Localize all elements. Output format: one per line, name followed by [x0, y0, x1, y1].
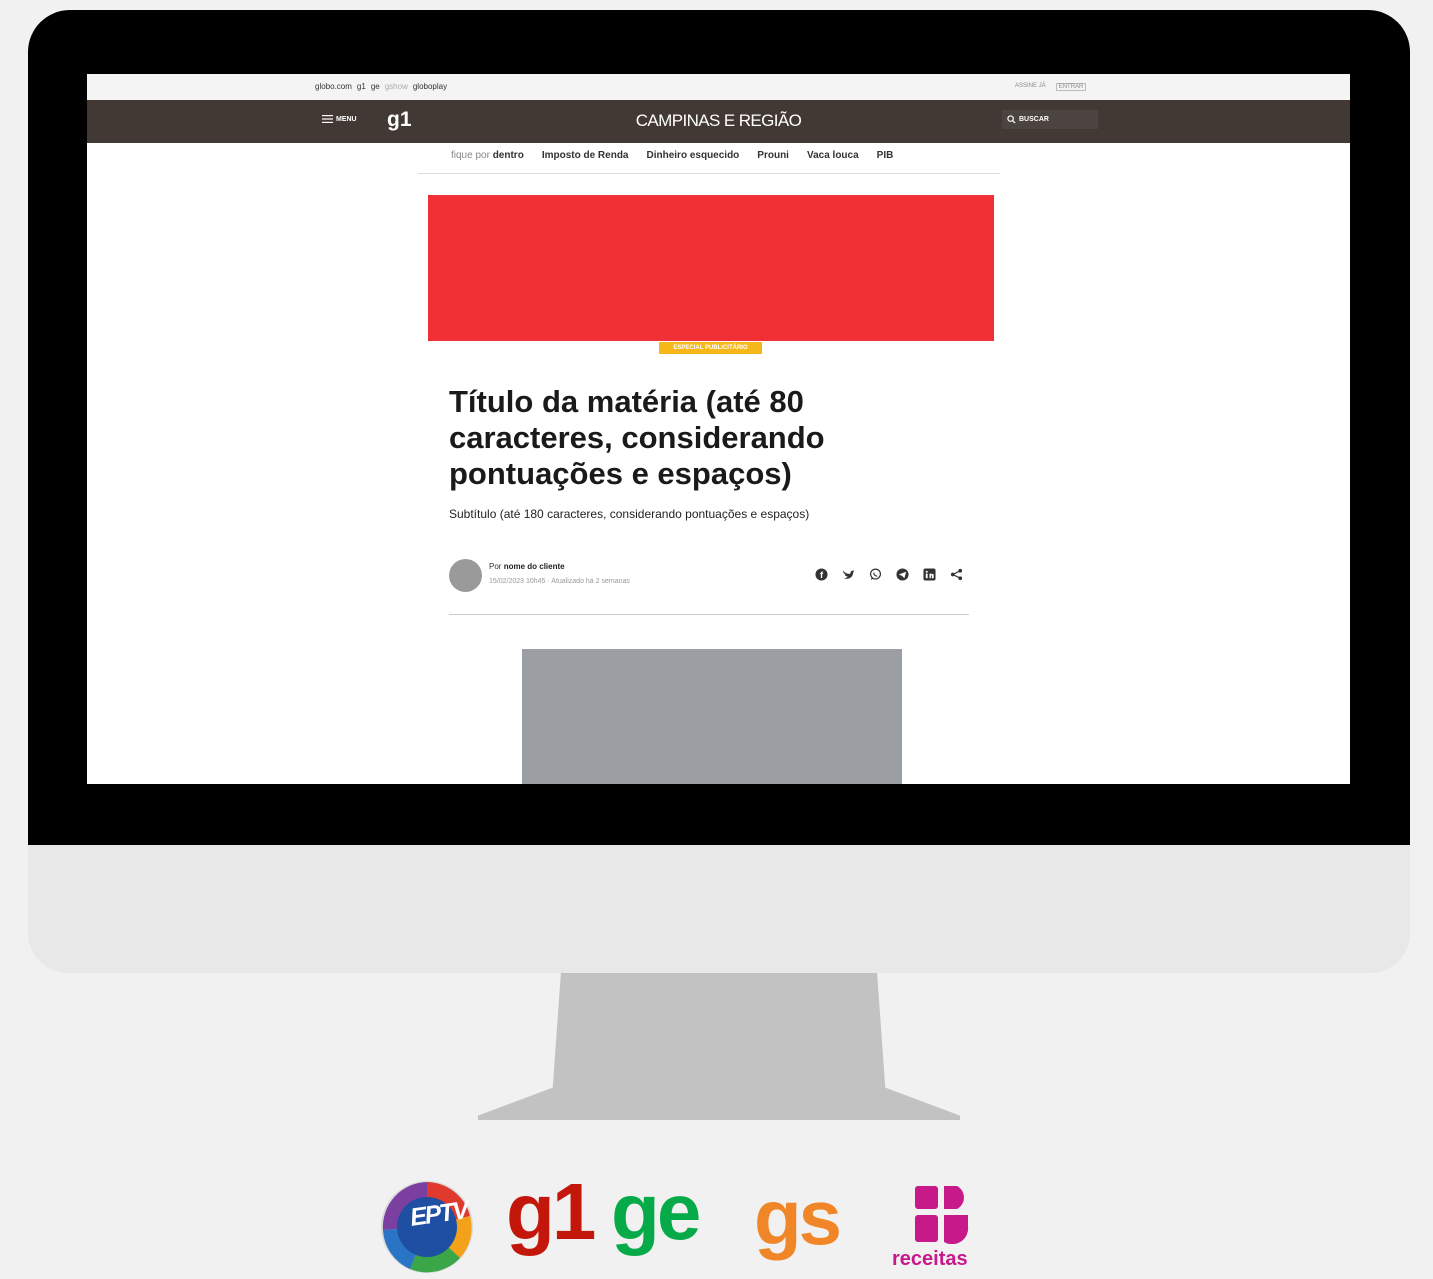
receitas-brand-label: receitas — [892, 1248, 968, 1270]
brand-logos: EPTV g1 ge gs receitas — [380, 1167, 1000, 1279]
site-header: MENU g1 CAMPINAS E REGIÃO BUSCAR — [87, 100, 1350, 143]
article-image-placeholder — [522, 649, 902, 784]
topbar-link-globoplay[interactable]: globoplay — [413, 82, 447, 91]
telegram-icon[interactable] — [896, 568, 909, 581]
topbar-link-gshow[interactable]: gshow — [385, 82, 408, 91]
monitor-chin — [28, 845, 1410, 973]
ad-banner[interactable] — [428, 195, 994, 341]
ge-brand-logo: ge — [611, 1167, 701, 1256]
topbar-account: ASSINE JÁ ENTRAR — [1015, 83, 1087, 91]
gs-brand-logo: gs — [754, 1173, 842, 1261]
g1-brand-logo: g1 — [506, 1167, 596, 1256]
search-icon — [1007, 115, 1016, 124]
nav-item-pib[interactable]: PIB — [877, 150, 894, 161]
monitor-stand — [478, 973, 960, 1120]
topbar-link-globo[interactable]: globo.com — [315, 82, 352, 91]
author-byline: Por nome do cliente — [489, 562, 565, 571]
receitas-icon — [915, 1186, 969, 1244]
share-bar: f — [815, 568, 963, 581]
linkedin-icon[interactable] — [923, 568, 936, 581]
whatsapp-icon[interactable] — [869, 568, 882, 581]
region-title[interactable]: CAMPINAS E REGIÃO — [87, 111, 1350, 131]
article-subtitle: Subtítulo (até 180 caracteres, considera… — [449, 507, 810, 521]
nav-item-imposto[interactable]: Imposto de Renda — [542, 150, 629, 161]
browser-screen: globo.com g1 ge gshow globoplay ASSINE J… — [87, 74, 1350, 784]
author-name: nome do cliente — [503, 562, 565, 571]
publish-date: 15/02/2023 10h45 · Atualizado há 2 seman… — [489, 578, 630, 585]
globo-topbar: globo.com g1 ge gshow globoplay ASSINE J… — [87, 74, 1350, 100]
search-label: BUSCAR — [1019, 116, 1049, 123]
article-title: Título da matéria (até 80 caracteres, co… — [449, 384, 825, 491]
nav-prefix: fique por — [451, 150, 490, 161]
nav-item-dentro[interactable]: fique por dentro — [451, 150, 524, 161]
topbar-link-g1[interactable]: g1 — [357, 82, 366, 91]
search-button[interactable]: BUSCAR — [1002, 110, 1098, 129]
trending-nav: fique por dentro Imposto de Renda Dinhei… — [418, 143, 1000, 174]
topbar-link-ge[interactable]: ge — [371, 82, 380, 91]
entrar-button[interactable]: ENTRAR — [1055, 83, 1087, 91]
eptv-logo: EPTV — [380, 1180, 474, 1279]
nav-item-prouni[interactable]: Prouni — [757, 150, 789, 161]
nav-item-vaca-louca[interactable]: Vaca louca — [807, 150, 859, 161]
share-icon[interactable] — [950, 568, 963, 581]
topbar-links: globo.com g1 ge gshow globoplay — [315, 82, 447, 91]
assine-link[interactable]: ASSINE JÁ — [1015, 83, 1046, 91]
author-avatar — [449, 559, 482, 592]
sponsored-tag: ESPECIAL PUBLICITÁRIO — [659, 342, 762, 354]
twitter-icon[interactable] — [842, 568, 855, 581]
facebook-icon[interactable]: f — [815, 568, 828, 581]
byline-divider — [449, 614, 969, 615]
nav-item-dinheiro[interactable]: Dinheiro esquecido — [647, 150, 740, 161]
